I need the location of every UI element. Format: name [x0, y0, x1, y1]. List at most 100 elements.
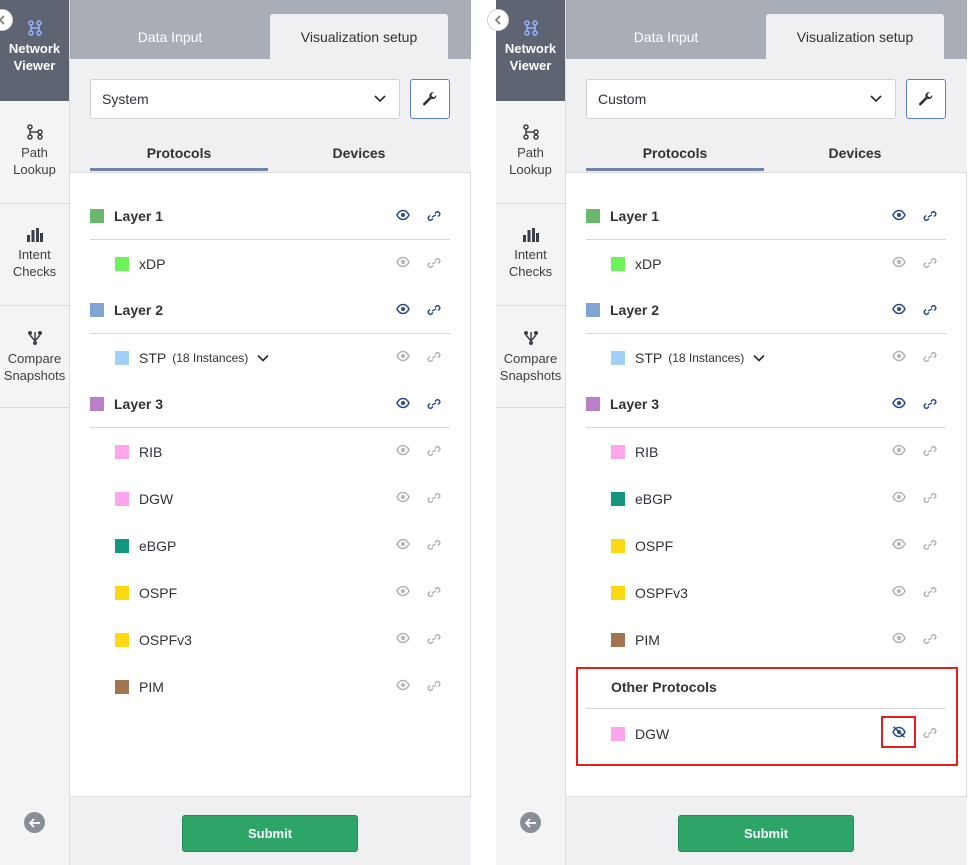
subtab-devices[interactable]: Devices — [270, 145, 448, 171]
color-swatch[interactable] — [115, 350, 129, 365]
link-icon[interactable] — [923, 304, 937, 316]
chevron-down-icon[interactable] — [257, 354, 269, 362]
back-button[interactable] — [520, 812, 541, 833]
link-icon[interactable] — [427, 539, 441, 551]
eye-icon[interactable] — [396, 444, 410, 456]
submit-button[interactable]: Submit — [678, 815, 854, 852]
color-swatch[interactable] — [115, 444, 129, 459]
link-icon[interactable] — [923, 586, 937, 598]
eye-icon[interactable] — [396, 632, 410, 644]
eye-icon[interactable] — [396, 491, 410, 503]
color-swatch[interactable] — [115, 256, 129, 271]
nav-label: Compare Snapshots — [499, 351, 562, 383]
eye-icon[interactable] — [396, 303, 410, 315]
color-swatch[interactable] — [90, 209, 104, 223]
eye-icon[interactable] — [396, 397, 410, 409]
sidebar: Network Viewer Path Lookup Intent Checks… — [0, 0, 70, 865]
nav-intent-checks[interactable]: Intent Checks — [0, 204, 69, 306]
nav-intent-checks[interactable]: Intent Checks — [496, 204, 565, 306]
color-swatch[interactable] — [611, 632, 625, 647]
eye-icon[interactable] — [892, 209, 906, 221]
eye-icon[interactable] — [892, 350, 906, 362]
subtab-protocols[interactable]: Protocols — [586, 145, 764, 171]
link-icon[interactable] — [427, 257, 441, 269]
eye-icon[interactable] — [396, 585, 410, 597]
color-swatch[interactable] — [586, 303, 600, 317]
bar-chart-icon — [26, 228, 43, 242]
color-swatch[interactable] — [611, 491, 625, 506]
link-icon[interactable] — [923, 210, 937, 222]
eye-icon[interactable] — [396, 256, 410, 268]
link-icon[interactable] — [427, 304, 441, 316]
color-swatch[interactable] — [115, 585, 129, 600]
footer: Submit — [566, 796, 967, 865]
color-swatch[interactable] — [586, 209, 600, 223]
profile-select[interactable]: Custom — [586, 79, 896, 119]
color-swatch[interactable] — [611, 444, 625, 459]
eye-icon[interactable] — [892, 491, 906, 503]
submit-button[interactable]: Submit — [182, 815, 358, 852]
eye-icon[interactable] — [892, 538, 906, 550]
link-icon[interactable] — [923, 398, 937, 410]
settings-button[interactable] — [906, 79, 946, 119]
nav-compare-snapshots[interactable]: Compare Snapshots — [0, 306, 69, 408]
eye-icon[interactable] — [892, 632, 906, 644]
eye-icon[interactable] — [892, 303, 906, 315]
color-swatch[interactable] — [115, 679, 129, 694]
link-icon[interactable] — [923, 257, 937, 269]
eye-icon[interactable] — [892, 397, 906, 409]
nav-path-lookup[interactable]: Path Lookup — [496, 102, 565, 204]
bar-chart-icon — [522, 228, 539, 242]
color-swatch[interactable] — [611, 585, 625, 600]
nav-path-lookup[interactable]: Path Lookup — [0, 102, 69, 204]
color-swatch[interactable] — [611, 350, 625, 365]
sidebar: Network Viewer Path Lookup Intent Checks… — [487, 0, 566, 865]
compare-icon — [27, 331, 42, 345]
link-icon[interactable] — [427, 492, 441, 504]
eye-icon[interactable] — [892, 444, 906, 456]
color-swatch[interactable] — [115, 538, 129, 553]
tab-data-input[interactable]: Data Input — [566, 14, 766, 59]
eye-icon[interactable] — [396, 209, 410, 221]
color-swatch[interactable] — [611, 538, 625, 553]
color-swatch[interactable] — [90, 397, 104, 411]
link-icon[interactable] — [923, 445, 937, 457]
chevron-left-icon — [0, 15, 5, 25]
color-swatch[interactable] — [115, 632, 129, 647]
tab-data-input[interactable]: Data Input — [70, 14, 270, 59]
settings-button[interactable] — [410, 79, 450, 119]
link-icon[interactable] — [427, 680, 441, 692]
tab-visualization-setup[interactable]: Visualization setup — [766, 14, 944, 59]
link-icon[interactable] — [427, 210, 441, 222]
color-swatch[interactable] — [90, 303, 104, 317]
color-swatch[interactable] — [611, 256, 625, 271]
tab-visualization-setup[interactable]: Visualization setup — [270, 14, 448, 59]
link-icon[interactable] — [923, 492, 937, 504]
eye-icon[interactable] — [892, 256, 906, 268]
eye-icon[interactable] — [396, 538, 410, 550]
back-button[interactable] — [24, 812, 45, 833]
link-icon[interactable] — [427, 398, 441, 410]
subtab-devices[interactable]: Devices — [766, 145, 944, 171]
color-swatch[interactable] — [115, 491, 129, 506]
link-icon[interactable] — [427, 445, 441, 457]
chevron-down-icon[interactable] — [753, 354, 765, 362]
link-icon[interactable] — [427, 633, 441, 645]
layer-label: Layer 1 — [114, 208, 164, 224]
collapse-button[interactable] — [487, 9, 509, 31]
link-icon[interactable] — [923, 351, 937, 363]
eye-highlight-box — [881, 716, 916, 748]
profile-select[interactable]: System — [90, 79, 400, 119]
link-icon[interactable] — [923, 539, 937, 551]
color-swatch[interactable] — [586, 397, 600, 411]
protocol-label: eBGP — [635, 490, 673, 507]
eye-icon[interactable] — [396, 350, 410, 362]
eye-icon[interactable] — [892, 585, 906, 597]
nav-compare-snapshots[interactable]: Compare Snapshots — [496, 306, 565, 408]
link-icon[interactable] — [427, 586, 441, 598]
eye-icon[interactable] — [396, 679, 410, 691]
link-icon[interactable] — [923, 633, 937, 645]
protocol-row: OSPFv3 — [586, 569, 946, 616]
link-icon[interactable] — [427, 351, 441, 363]
subtab-protocols[interactable]: Protocols — [90, 145, 268, 171]
